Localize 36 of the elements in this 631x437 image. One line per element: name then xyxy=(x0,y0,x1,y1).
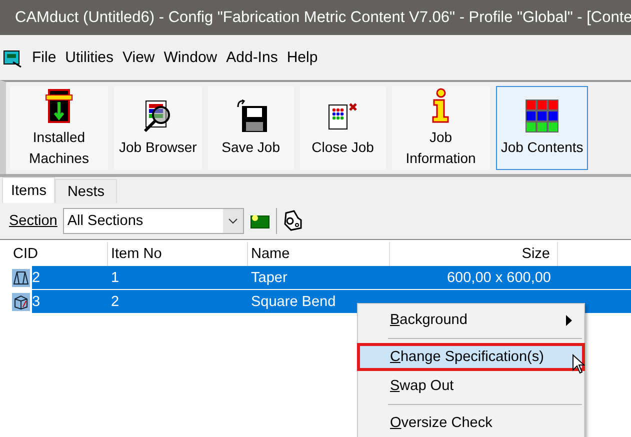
chevron-down-icon xyxy=(228,218,238,224)
table-cell-text: 3 xyxy=(32,294,42,310)
section-dropdown[interactable]: All Sections xyxy=(63,208,244,234)
grid-icon xyxy=(525,98,560,134)
table-cell-text: 600,00 x 600,00 xyxy=(446,270,552,286)
toolbar-button[interactable]: Job Browser xyxy=(114,86,202,170)
menu-item[interactable]: Add-Ins xyxy=(226,49,278,66)
mouse-pointer-icon xyxy=(572,354,585,374)
toolbar-button[interactable]: Job Information xyxy=(392,86,490,170)
toolbar-button[interactable]: Close Job xyxy=(300,86,386,170)
table-cell-text: Taper xyxy=(250,270,288,286)
menu-item[interactable]: Oversize Check xyxy=(357,409,585,437)
section-label: Section xyxy=(9,213,58,229)
table-cell-text: 1 xyxy=(110,270,120,286)
toolbar-button[interactable]: Job Contents xyxy=(496,86,588,170)
menu-item[interactable]: Utilities xyxy=(65,49,114,66)
menu-item[interactable]: Change Specification(s) xyxy=(357,343,585,371)
table-cell-text: Square Bend xyxy=(250,294,337,310)
toolbar-button[interactable]: Installed Machines xyxy=(10,86,108,170)
taper-icon xyxy=(12,268,30,286)
toolbar-button[interactable]: Save Job xyxy=(208,86,294,170)
table-cell-text: 2 xyxy=(110,294,120,310)
submenu-arrow-icon xyxy=(566,314,572,326)
table-cell-text: 2 xyxy=(32,270,42,286)
menu-item[interactable]: Window xyxy=(164,49,218,66)
duct-fitting-icon[interactable] xyxy=(283,210,304,232)
new-section-icon[interactable] xyxy=(250,213,270,229)
tab[interactable]: Items xyxy=(2,177,56,203)
menu-item[interactable]: Help xyxy=(286,49,318,66)
box-icon xyxy=(12,292,30,310)
menu-item[interactable]: View xyxy=(122,49,155,66)
tab[interactable]: Nests xyxy=(55,179,117,203)
menu-item[interactable]: Swap Out xyxy=(357,372,585,400)
document-icon[interactable] xyxy=(3,48,23,68)
table-row[interactable]: 2 1 Taper 600,00 x 600,00 xyxy=(32,266,631,289)
menu-item[interactable]: File xyxy=(32,49,56,66)
